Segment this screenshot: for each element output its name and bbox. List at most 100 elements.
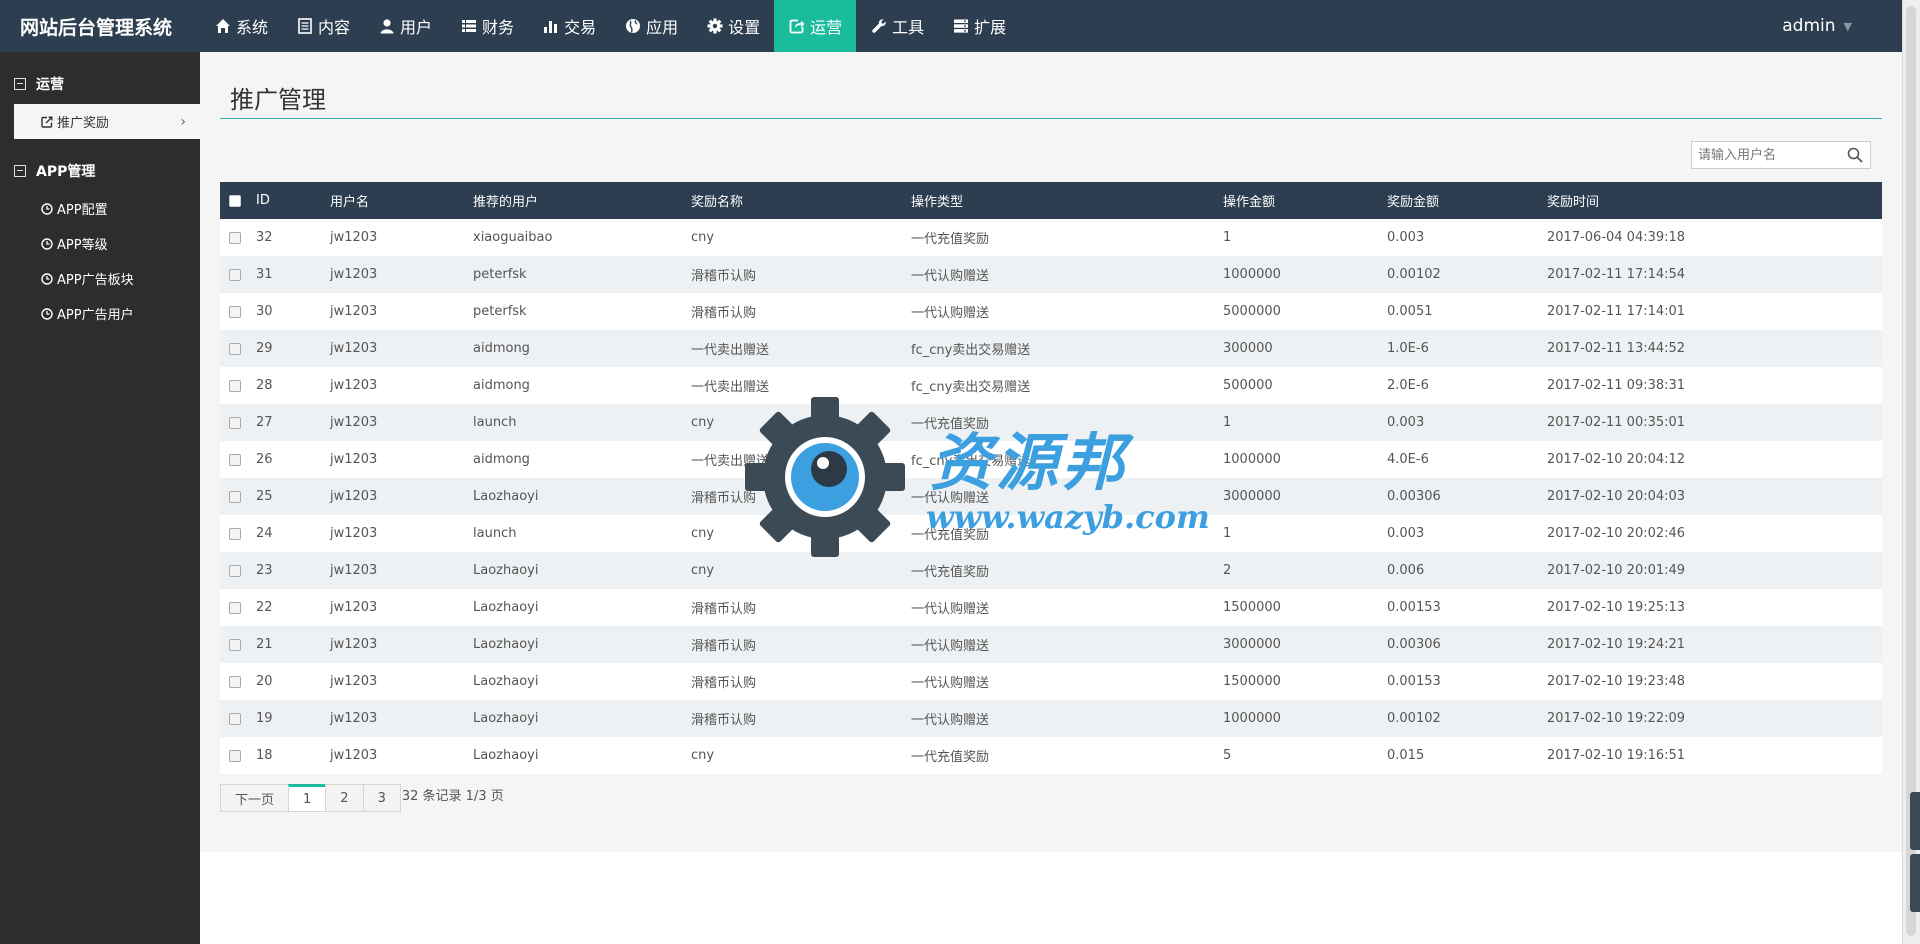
column-header[interactable]: ID	[256, 182, 330, 219]
table-cell: jw1203	[330, 415, 378, 430]
row-checkbox[interactable]	[229, 712, 241, 725]
table-cell: 1000000	[1223, 267, 1281, 282]
page-2-button[interactable]: 2	[325, 784, 364, 812]
table-cell: jw1203	[330, 748, 378, 763]
row-checkbox[interactable]	[229, 416, 241, 429]
row-checkbox[interactable]	[229, 527, 241, 540]
topnav-tools[interactable]: 工具	[856, 0, 938, 52]
table-cell: 21	[256, 637, 273, 652]
row-checkbox[interactable]	[229, 749, 241, 762]
row-checkbox[interactable]	[229, 231, 241, 244]
topnav-label: 应用	[646, 18, 679, 37]
external-link-icon	[40, 115, 54, 129]
sidebar-item[interactable]: 推广奖励 ›	[14, 104, 200, 139]
table-cell: cny	[691, 748, 715, 763]
table-row[interactable]: 30 jw1203 peterfsk 滑稽币认购 一代认购赠送 5000000 0.0051…	[220, 293, 1882, 330]
topnav-trade[interactable]: 交易	[528, 0, 610, 52]
topnav-content[interactable]: 内容	[282, 0, 364, 52]
topnav-operations[interactable]: 运营	[774, 0, 857, 52]
table-cell: 24	[256, 526, 273, 541]
table-cell: 31	[256, 267, 273, 282]
search-input[interactable]	[1692, 142, 1842, 168]
table-cell: 0.003	[1387, 230, 1425, 245]
topnav-finance[interactable]: 财务	[446, 0, 528, 52]
next-page-button[interactable]: 下一页	[220, 784, 290, 812]
sidebar-item[interactable]: APP等级	[0, 226, 200, 261]
table-row[interactable]: 31 jw1203 peterfsk 滑稽币认购 一代认购赠送 1000000 0.0010…	[220, 256, 1882, 293]
topnav-extensions[interactable]: 扩展	[938, 0, 1020, 52]
table-row[interactable]: 22 jw1203 Laozhaoyi 滑稽币认购 一代认购赠送 1500000 0.001…	[220, 589, 1882, 626]
sidebar-item[interactable]: APP广告板块	[0, 261, 200, 296]
table-cell: 一代认购赠送	[911, 306, 990, 321]
row-checkbox[interactable]	[229, 379, 241, 392]
user-icon	[378, 17, 396, 35]
row-checkbox[interactable]	[229, 453, 241, 466]
column-header[interactable]: 操作金额	[1223, 182, 1387, 219]
table-cell: peterfsk	[473, 267, 527, 282]
side-widget-bottom[interactable]	[1910, 854, 1920, 912]
table-cell: 2017-02-11 17:14:01	[1547, 304, 1686, 319]
table-cell: 一代认购赠送	[911, 713, 990, 728]
table-cell: 0.006	[1387, 563, 1425, 578]
sidebar-item-label: APP广告板块	[57, 273, 134, 288]
table-cell: 一代充值奖励	[911, 750, 990, 765]
table-row[interactable]: 21 jw1203 Laozhaoyi 滑稽币认购 一代认购赠送 3000000 0.003…	[220, 626, 1882, 663]
row-checkbox[interactable]	[229, 601, 241, 614]
table-row[interactable]: 20 jw1203 Laozhaoyi 滑稽币认购 一代认购赠送 1500000 0.001…	[220, 663, 1882, 700]
table-row[interactable]: 18 jw1203 Laozhaoyi cny 一代充值奖励 5 0.015 2017-02-…	[220, 737, 1882, 774]
table-cell: 2017-02-10 19:23:48	[1547, 674, 1686, 689]
topnav-label: 设置	[728, 18, 761, 37]
column-header[interactable]: 推荐的用户	[473, 182, 691, 219]
table-cell: 一代认购赠送	[911, 676, 990, 691]
sidebar-item[interactable]: APP广告用户	[0, 296, 200, 331]
table-row[interactable]: 29 jw1203 aidmong 一代卖出赠送 fc_cny卖出交易赠送 300000 1…	[220, 330, 1882, 367]
column-header[interactable]: 操作类型	[911, 182, 1223, 219]
bar-chart-icon	[542, 17, 560, 35]
topnav-user[interactable]: 用户	[364, 0, 446, 52]
search-icon[interactable]	[1842, 142, 1868, 168]
column-header[interactable]: 用户名	[330, 182, 473, 219]
table-cell: jw1203	[330, 378, 378, 393]
table-cell: 0.00153	[1387, 600, 1441, 615]
topnav-label: 交易	[564, 18, 597, 37]
column-header[interactable]: 奖励名称	[691, 182, 911, 219]
sidebar-item-label: 推广奖励	[57, 116, 110, 131]
row-checkbox[interactable]	[229, 305, 241, 318]
row-checkbox[interactable]	[229, 638, 241, 651]
table-cell: 0.003	[1387, 415, 1425, 430]
sidebar-group-app-management[interactable]: APP管理	[0, 151, 200, 191]
topnav-settings[interactable]: 设置	[692, 0, 774, 52]
gear-icon	[706, 17, 724, 35]
page-1-button[interactable]: 1	[288, 784, 327, 812]
table-cell: jw1203	[330, 563, 378, 578]
row-select-cell	[220, 663, 256, 700]
sidebar-group-operations[interactable]: 运营	[0, 64, 200, 104]
table-cell: launch	[473, 415, 517, 430]
row-checkbox[interactable]	[229, 342, 241, 355]
row-checkbox[interactable]	[229, 268, 241, 281]
row-checkbox[interactable]	[229, 675, 241, 688]
table-cell: 2017-02-10 19:25:13	[1547, 600, 1686, 615]
user-menu[interactable]: admin ▼	[1782, 0, 1852, 52]
select-all-cell	[220, 182, 256, 219]
table-cell: aidmong	[473, 452, 530, 467]
topnav-system[interactable]: 系统	[200, 0, 282, 52]
column-header[interactable]: 奖励金额	[1387, 182, 1547, 219]
wrench-icon	[870, 17, 888, 35]
row-select-cell	[220, 700, 256, 737]
table-row[interactable]: 19 jw1203 Laozhaoyi 滑稽币认购 一代认购赠送 1000000 0.001…	[220, 700, 1882, 737]
table-row[interactable]: 32 jw1203 xiaoguaibao cny 一代充值奖励 1 0.003 2017-0…	[220, 219, 1882, 256]
list-icon	[460, 17, 478, 35]
collapse-icon	[14, 78, 26, 90]
page-title: 推广管理	[230, 86, 326, 114]
topnav-apps[interactable]: 应用	[610, 0, 692, 52]
sidebar-item-label: APP配置	[57, 203, 108, 218]
select-all-checkbox[interactable]	[229, 194, 241, 207]
table-cell: 2017-02-10 20:04:03	[1547, 489, 1686, 504]
column-header[interactable]: 奖励时间	[1547, 182, 1882, 219]
row-checkbox[interactable]	[229, 564, 241, 577]
row-checkbox[interactable]	[229, 490, 241, 503]
sidebar-item[interactable]: APP配置	[0, 191, 200, 226]
page-3-button[interactable]: 3	[362, 784, 401, 812]
side-widget-top[interactable]	[1910, 792, 1920, 850]
